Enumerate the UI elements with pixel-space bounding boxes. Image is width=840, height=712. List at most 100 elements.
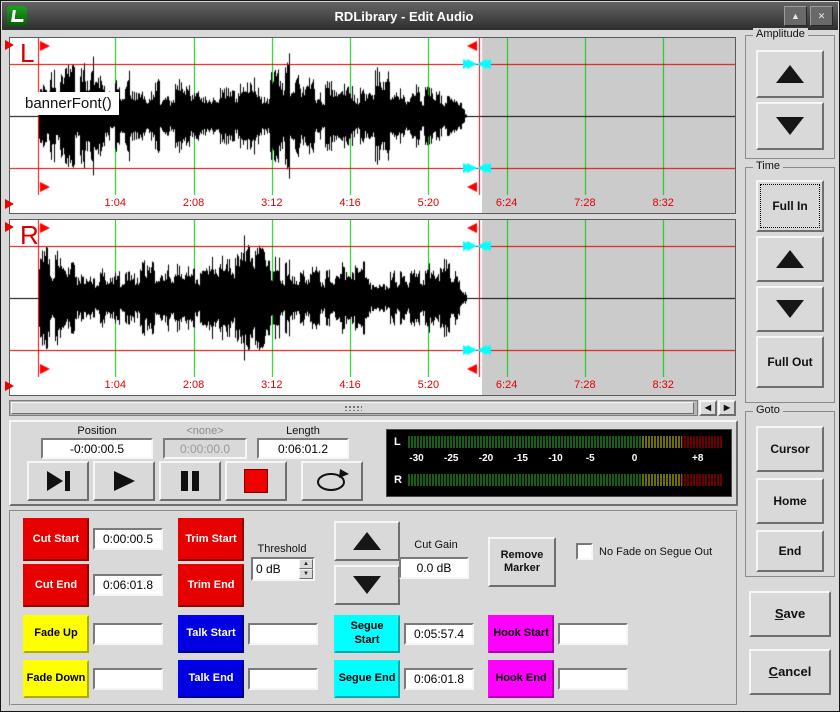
- left-meter-strip: [407, 436, 723, 448]
- time-label: 5:20: [418, 379, 439, 391]
- play-button[interactable]: [93, 461, 155, 501]
- fade-up-button[interactable]: Fade Up: [23, 615, 89, 653]
- time-label: 6:24: [496, 197, 517, 209]
- trim-start-label: Trim Start: [185, 533, 236, 547]
- threshold-up-button[interactable]: ▲: [299, 559, 313, 569]
- scroll-right-button[interactable]: ▶: [718, 400, 736, 416]
- trim-end-button[interactable]: Trim End: [178, 564, 244, 607]
- time-down-button[interactable]: [756, 286, 824, 332]
- length-field[interactable]: [257, 438, 349, 459]
- up-arrow-icon: [776, 65, 804, 83]
- time-label: 3:12: [261, 379, 282, 391]
- play-from-start-button[interactable]: [27, 461, 89, 501]
- position-stack: Position: [41, 425, 153, 459]
- cancel-button[interactable]: Cancel: [749, 649, 831, 695]
- gain-down-button[interactable]: [334, 565, 400, 605]
- waveform-scrollbar[interactable]: ◀ ▶: [9, 400, 736, 416]
- talk-end-button[interactable]: Talk End: [178, 660, 244, 698]
- gain-up-button[interactable]: [334, 521, 400, 561]
- spinner-up-icon: ▲: [303, 561, 309, 567]
- hook-start-field[interactable]: [558, 623, 628, 645]
- right-timebar: 1:042:083:124:165:206:247:288:32: [10, 377, 735, 395]
- goto-end-label: End: [779, 544, 802, 558]
- none-label: <none>: [163, 425, 247, 438]
- meter-scale-label: -30: [409, 453, 423, 464]
- full-in-button[interactable]: Full In: [756, 180, 824, 232]
- hook-start-button[interactable]: Hook Start: [488, 615, 554, 653]
- time-up-button[interactable]: [756, 236, 824, 282]
- amplitude-up-button[interactable]: [756, 50, 824, 98]
- scrollbar-track[interactable]: [9, 400, 698, 416]
- amplitude-down-button[interactable]: [756, 102, 824, 150]
- segue-start-button[interactable]: Segue Start: [334, 615, 400, 653]
- shade-icon: ▲: [791, 11, 800, 21]
- scroll-left-icon: ◀: [705, 403, 711, 413]
- close-button[interactable]: ✕: [810, 6, 833, 26]
- loop-button[interactable]: [301, 461, 363, 501]
- talk-end-field[interactable]: [248, 668, 318, 690]
- left-channel: L bannerFont() 1:042:083:124:165:206:247…: [9, 37, 736, 214]
- fade-down-field[interactable]: [93, 668, 163, 690]
- trim-start-button[interactable]: Trim Start: [178, 518, 244, 561]
- threshold-input[interactable]: [253, 559, 299, 579]
- goto-end-button[interactable]: End: [756, 530, 824, 572]
- left-waveform-canvas[interactable]: [10, 38, 735, 195]
- left-marker-indicator-icon: [5, 40, 14, 50]
- cut-end-field[interactable]: [93, 574, 163, 596]
- channel-label: L: [20, 38, 34, 69]
- segue-end-field[interactable]: [404, 668, 474, 690]
- cut-end-label: Cut End: [35, 579, 77, 593]
- cut-start-field[interactable]: [93, 528, 163, 550]
- remove-marker-label: Remove Marker: [490, 549, 554, 575]
- right-waveform-canvas[interactable]: [10, 220, 735, 377]
- talk-start-button[interactable]: Talk Start: [178, 615, 244, 653]
- stop-button[interactable]: [225, 461, 287, 501]
- amplitude-group: Amplitude: [745, 35, 835, 159]
- none-stack: <none>: [163, 425, 247, 459]
- scroll-left-button[interactable]: ◀: [699, 400, 717, 416]
- fade-up-field[interactable]: [93, 623, 163, 645]
- hook-end-field[interactable]: [558, 668, 628, 690]
- segue-start-field[interactable]: [404, 623, 474, 645]
- full-out-button[interactable]: Full Out: [756, 336, 824, 388]
- time-label: 6:24: [496, 379, 517, 391]
- fade-up-label: Fade Up: [34, 627, 77, 641]
- cut-gain-field[interactable]: [399, 557, 469, 579]
- goto-cursor-label: Cursor: [770, 442, 809, 456]
- hook-end-button[interactable]: Hook End: [488, 660, 554, 698]
- down-arrow-icon: [353, 576, 381, 594]
- scrollbar-thumb[interactable]: [11, 402, 694, 414]
- meter-right-label: R: [394, 474, 402, 486]
- talk-start-field[interactable]: [248, 623, 318, 645]
- position-label: Position: [41, 425, 153, 438]
- titlebar[interactable]: RDLibrary - Edit Audio ▲ ✕: [2, 2, 838, 30]
- cut-start-button[interactable]: Cut Start: [23, 518, 89, 561]
- goto-cursor-button[interactable]: Cursor: [756, 426, 824, 472]
- segue-end-button[interactable]: Segue End: [334, 660, 400, 698]
- pause-button[interactable]: [159, 461, 221, 501]
- goto-home-button[interactable]: Home: [756, 478, 824, 524]
- length-stack: Length: [257, 425, 349, 459]
- save-button[interactable]: Save: [749, 591, 831, 637]
- banner-font-label: bannerFont(): [18, 92, 119, 115]
- time-label: 2:08: [183, 379, 204, 391]
- time-label: 7:28: [574, 197, 595, 209]
- threshold-down-button[interactable]: ▼: [299, 569, 313, 579]
- cut-end-button[interactable]: Cut End: [23, 564, 89, 607]
- threshold-spinbox[interactable]: ▲ ▼: [251, 557, 315, 581]
- meter-scale-label: -10: [548, 453, 562, 464]
- left-timebar: 1:042:083:124:165:206:247:288:32: [10, 195, 735, 213]
- remove-marker-button[interactable]: Remove Marker: [488, 537, 556, 587]
- hook-start-label: Hook Start: [493, 627, 549, 641]
- scrollbar-grip-icon: [344, 405, 362, 411]
- no-fade-checkbox[interactable]: [576, 543, 593, 560]
- position-field[interactable]: [41, 438, 153, 459]
- window-title: RDLibrary - Edit Audio: [27, 9, 781, 24]
- time-label: 1:04: [105, 379, 126, 391]
- fade-down-button[interactable]: Fade Down: [23, 660, 89, 698]
- shade-button[interactable]: ▲: [784, 6, 807, 26]
- meter-scale-label: -5: [586, 453, 595, 464]
- time-label: 7:28: [574, 379, 595, 391]
- time-title: Time: [753, 160, 783, 172]
- left-marker-indicator-icon: [5, 381, 14, 391]
